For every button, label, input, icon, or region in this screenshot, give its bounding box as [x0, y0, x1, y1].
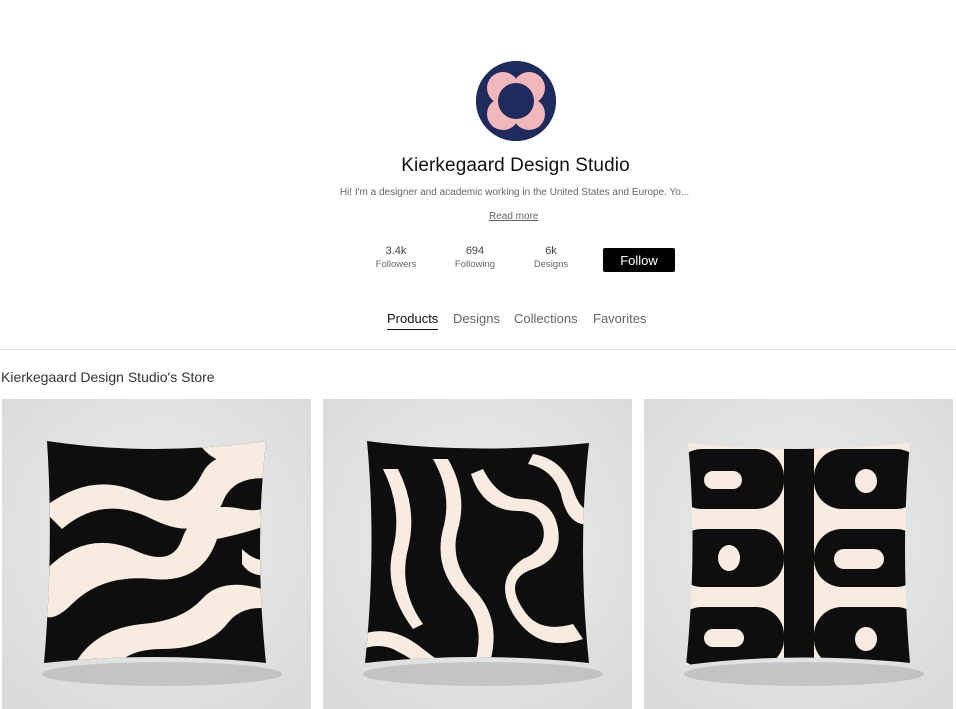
followers-count: 3.4k — [385, 245, 407, 257]
shop-bio: Hi! I'm a designer and academic working … — [339, 187, 690, 198]
following-label: Following — [454, 259, 496, 270]
shop-avatar[interactable] — [476, 61, 556, 141]
tab-designs[interactable]: Designs — [453, 311, 500, 329]
shop-name: Kierkegaard Design Studio — [401, 155, 630, 176]
tab-products[interactable]: Products — [387, 311, 439, 330]
product-card[interactable] — [644, 399, 953, 709]
followers-label: Followers — [375, 259, 417, 270]
pillow-swirl-image — [323, 399, 632, 709]
tab-favorites[interactable]: Favorites — [593, 311, 646, 329]
following-count: 694 — [465, 245, 485, 257]
read-more-link[interactable]: Read more — [489, 211, 538, 222]
designs-label: Designs — [533, 259, 569, 270]
designs-count: 6k — [545, 245, 557, 257]
product-card[interactable] — [2, 399, 311, 709]
follow-button[interactable]: Follow — [603, 248, 675, 272]
pillow-swirl-image — [2, 399, 311, 709]
stat-following[interactable]: 694 Following — [449, 244, 501, 272]
store-title: Kierkegaard Design Studio's Store — [1, 369, 215, 385]
section-divider — [0, 349, 956, 350]
stat-followers[interactable]: 3.4k Followers — [370, 244, 422, 272]
pillow-pod-image — [644, 399, 953, 709]
profile-tabs: Products Designs Collections Favorites — [0, 311, 956, 333]
stat-designs[interactable]: 6k Designs — [525, 244, 577, 272]
product-card[interactable] — [323, 399, 632, 709]
flower-logo-icon — [476, 61, 556, 141]
tab-collections[interactable]: Collections — [514, 311, 578, 329]
